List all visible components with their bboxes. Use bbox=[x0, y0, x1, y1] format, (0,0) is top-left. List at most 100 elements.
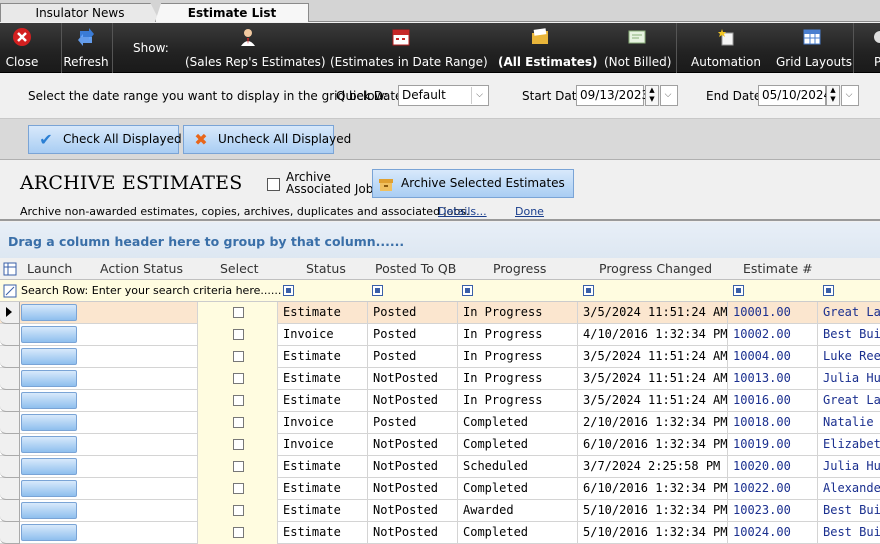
done-link[interactable]: Done bbox=[515, 205, 544, 218]
row-selector[interactable] bbox=[0, 478, 20, 500]
header-estimate-number[interactable]: Estimate # bbox=[743, 258, 813, 280]
select-checkbox[interactable] bbox=[233, 395, 244, 406]
launch-button[interactable] bbox=[21, 436, 77, 453]
table-row[interactable]: Estimate NotPosted Scheduled 3/7/2024 2:25:… bbox=[0, 456, 880, 478]
end-date-label: End Date: bbox=[706, 89, 766, 103]
table-row[interactable]: Estimate NotPosted In Progress 3/5/2024 11:… bbox=[0, 390, 880, 412]
progress-filter-icon[interactable] bbox=[462, 285, 473, 296]
archive-selected-button[interactable]: Archive Selected Estimates bbox=[372, 169, 574, 198]
select-checkbox[interactable] bbox=[233, 461, 244, 472]
status-filter-icon[interactable] bbox=[283, 285, 294, 296]
not-billed-button[interactable]: (Not Billed) bbox=[604, 23, 671, 73]
check-all-button[interactable]: ✔ Check All Displayed bbox=[28, 125, 182, 154]
table-row[interactable]: Estimate NotPosted Completed 5/10/2016 1:32… bbox=[0, 522, 880, 544]
end-date-input[interactable]: 05/10/2024 bbox=[758, 85, 831, 106]
row-selector[interactable] bbox=[0, 456, 20, 478]
all-estimates-button[interactable]: (All Estimates) bbox=[498, 23, 598, 73]
row-selector[interactable] bbox=[0, 500, 20, 522]
start-date-input[interactable]: 09/13/2023 bbox=[576, 85, 649, 106]
launch-button[interactable] bbox=[21, 414, 77, 431]
x-mark-icon: ✖ bbox=[194, 130, 208, 149]
row-selector[interactable] bbox=[0, 302, 20, 324]
select-checkbox[interactable] bbox=[233, 483, 244, 494]
table-row[interactable]: Invoice NotPosted Completed 6/10/2016 1:32:… bbox=[0, 434, 880, 456]
date-range-estimates-button[interactable]: (Estimates in Date Range) bbox=[330, 23, 488, 73]
refresh-button[interactable]: Refresh bbox=[62, 23, 110, 73]
status-cell: Estimate bbox=[278, 368, 368, 390]
grid-layouts-button[interactable]: Grid Layouts bbox=[776, 23, 853, 73]
select-checkbox[interactable] bbox=[233, 417, 244, 428]
status-cell: Estimate bbox=[278, 302, 368, 324]
overflow-toolbar-button[interactable]: P bbox=[866, 23, 880, 73]
select-checkbox[interactable] bbox=[233, 329, 244, 340]
estimate-number-cell: 10002.00 bbox=[728, 324, 818, 346]
launch-button[interactable] bbox=[21, 502, 77, 519]
quick-date-select[interactable]: Default ⌵ bbox=[398, 85, 489, 106]
launch-button[interactable] bbox=[21, 480, 77, 497]
row-selector[interactable] bbox=[0, 346, 20, 368]
row-selector[interactable] bbox=[0, 324, 20, 346]
row-selector[interactable] bbox=[0, 522, 20, 544]
table-row[interactable]: Estimate NotPosted Awarded 5/10/2016 1:32:3… bbox=[0, 500, 880, 522]
all-estimates-label: (All Estimates) bbox=[498, 55, 598, 69]
launch-button[interactable] bbox=[21, 348, 77, 365]
archive-job-checkbox[interactable] bbox=[267, 178, 280, 191]
row-selector[interactable] bbox=[0, 412, 20, 434]
header-posted-to-qb[interactable]: Posted To QB bbox=[375, 258, 456, 280]
row-selector[interactable] bbox=[0, 390, 20, 412]
table-row[interactable]: Invoice Posted In Progress 4/10/2016 1:32:3… bbox=[0, 324, 880, 346]
estimate-filter-icon[interactable] bbox=[733, 285, 744, 296]
launch-button[interactable] bbox=[21, 392, 77, 409]
launch-button[interactable] bbox=[21, 458, 77, 475]
sales-rep-estimates-button[interactable]: (Sales Rep's Estimates) bbox=[185, 23, 326, 73]
launch-button[interactable] bbox=[21, 304, 77, 321]
row-selector[interactable] bbox=[0, 434, 20, 456]
select-checkbox[interactable] bbox=[233, 373, 244, 384]
bill-icon bbox=[628, 30, 646, 44]
posted-filter-icon[interactable] bbox=[372, 285, 383, 296]
grid-layouts-label: Grid Layouts bbox=[776, 55, 853, 69]
header-action-status[interactable]: Action Status bbox=[100, 258, 183, 280]
group-by-area[interactable]: Drag a column header here to group by th… bbox=[0, 222, 880, 258]
search-row[interactable]: Search Row: Enter your search criteria h… bbox=[0, 280, 880, 302]
select-checkbox[interactable] bbox=[233, 351, 244, 362]
posted-cell: NotPosted bbox=[368, 456, 458, 478]
row-selector[interactable] bbox=[0, 368, 20, 390]
column-chooser-icon[interactable] bbox=[3, 262, 17, 276]
customer-cell: Julia Hunt bbox=[823, 371, 880, 385]
header-select[interactable]: Select bbox=[220, 258, 259, 280]
launch-button[interactable] bbox=[21, 370, 77, 387]
status-cell: Estimate bbox=[278, 522, 368, 544]
launch-button[interactable] bbox=[21, 524, 77, 541]
details-link[interactable]: Details... bbox=[438, 205, 487, 218]
table-row[interactable]: Estimate NotPosted In Progress 3/5/2024 11:… bbox=[0, 368, 880, 390]
start-date-value: 09/13/2023 bbox=[580, 88, 650, 102]
estimate-number-cell: 10022.00 bbox=[728, 478, 818, 500]
end-date-dropdown[interactable]: ⌵ bbox=[841, 85, 859, 106]
table-row[interactable]: Estimate NotPosted Completed 6/10/2016 1:32… bbox=[0, 478, 880, 500]
header-status[interactable]: Status bbox=[306, 258, 346, 280]
uncheck-all-button[interactable]: ✖ Uncheck All Displayed bbox=[183, 125, 351, 154]
select-checkbox[interactable] bbox=[233, 439, 244, 450]
end-date-spinner[interactable]: ▲ ▼ bbox=[826, 85, 840, 106]
select-checkbox[interactable] bbox=[233, 505, 244, 516]
start-date-dropdown[interactable]: ⌵ bbox=[660, 85, 678, 106]
customer-filter-icon[interactable] bbox=[823, 285, 834, 296]
tab-estimate-list[interactable]: Estimate List bbox=[155, 3, 309, 22]
table-row[interactable]: Estimate Posted In Progress 3/5/2024 11:51:… bbox=[0, 346, 880, 368]
tab-insulator-news[interactable]: Insulator News bbox=[0, 3, 160, 22]
select-checkbox[interactable] bbox=[233, 307, 244, 318]
table-row[interactable]: Estimate Posted In Progress 3/5/2024 11:51:… bbox=[0, 302, 880, 324]
progress-changed-filter-icon[interactable] bbox=[583, 285, 594, 296]
close-button[interactable]: Close bbox=[0, 23, 44, 73]
header-launch[interactable]: Launch bbox=[27, 258, 72, 280]
select-checkbox[interactable] bbox=[233, 527, 244, 538]
chevron-down-icon[interactable]: ⌵ bbox=[471, 87, 487, 104]
archive-panel: ARCHIVE ESTIMATES Archive Associated Job… bbox=[0, 160, 880, 221]
header-progress-changed[interactable]: Progress Changed bbox=[599, 258, 712, 280]
header-progress[interactable]: Progress bbox=[493, 258, 546, 280]
automation-button[interactable]: Automation bbox=[690, 23, 762, 73]
start-date-spinner[interactable]: ▲ ▼ bbox=[645, 85, 659, 106]
launch-button[interactable] bbox=[21, 326, 77, 343]
table-row[interactable]: Invoice Posted Completed 2/10/2016 1:32:34 … bbox=[0, 412, 880, 434]
